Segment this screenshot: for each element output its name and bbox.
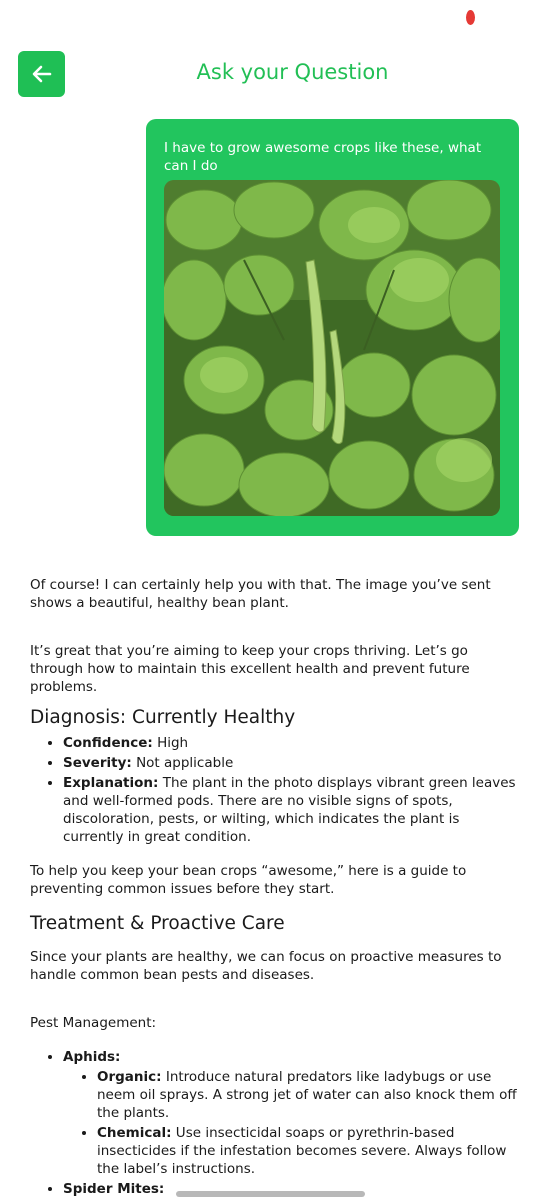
answer-intro-2: It’s great that you’re aiming to keep yo… bbox=[30, 643, 470, 695]
list-item: Explanation: The plant in the photo disp… bbox=[63, 774, 520, 846]
crop-photo[interactable] bbox=[164, 180, 500, 516]
answer-intro: Of course! I can certainly help you with… bbox=[30, 577, 491, 611]
list-item-label: Confidence: bbox=[63, 735, 153, 751]
list-item: Organic: Introduce natural predators lik… bbox=[97, 1068, 520, 1122]
treatment-heading: Treatment & Proactive Care bbox=[30, 913, 285, 934]
pest-heading: Pest Management: bbox=[30, 1015, 157, 1031]
pest-treatment-list: Organic: Introduce natural predators lik… bbox=[63, 1068, 520, 1178]
pest-list: Aphids: Organic: Introduce natural preda… bbox=[30, 1048, 520, 1198]
list-item: Chemical: Use insecticidal soaps or pyre… bbox=[97, 1124, 520, 1178]
bean-plant-image bbox=[164, 180, 500, 516]
list-item-text: Not applicable bbox=[131, 755, 234, 771]
pest-item: Aphids: Organic: Introduce natural preda… bbox=[63, 1048, 520, 1178]
assistant-answer: Of course! I can certainly help you with… bbox=[30, 576, 520, 1200]
status-indicator-icon bbox=[466, 10, 475, 25]
treatment-text: Since your plants are healthy, we can fo… bbox=[30, 949, 502, 983]
pest-name: Spider Mites: bbox=[63, 1181, 165, 1197]
diagnosis-list: Confidence: High Severity: Not applicabl… bbox=[30, 734, 520, 846]
list-item: Confidence: High bbox=[63, 734, 520, 752]
list-item-label: Explanation: bbox=[63, 775, 159, 791]
list-item-label: Organic: bbox=[97, 1069, 162, 1085]
list-item-text: High bbox=[152, 735, 189, 751]
guide-text: To help you keep your bean crops “awesom… bbox=[30, 863, 467, 897]
list-item: Severity: Not applicable bbox=[63, 754, 520, 772]
pest-name: Aphids: bbox=[63, 1049, 121, 1065]
user-message-bubble: I have to grow awesome crops like these,… bbox=[146, 119, 519, 536]
gesture-navigation-bar[interactable] bbox=[176, 1191, 365, 1197]
page-title: Ask your Question bbox=[196, 60, 389, 84]
list-item-label: Severity: bbox=[63, 755, 132, 771]
diagnosis-heading: Diagnosis: Currently Healthy bbox=[30, 707, 296, 728]
list-item-label: Chemical: bbox=[97, 1125, 172, 1141]
user-message-text: I have to grow awesome crops like these,… bbox=[164, 140, 482, 174]
